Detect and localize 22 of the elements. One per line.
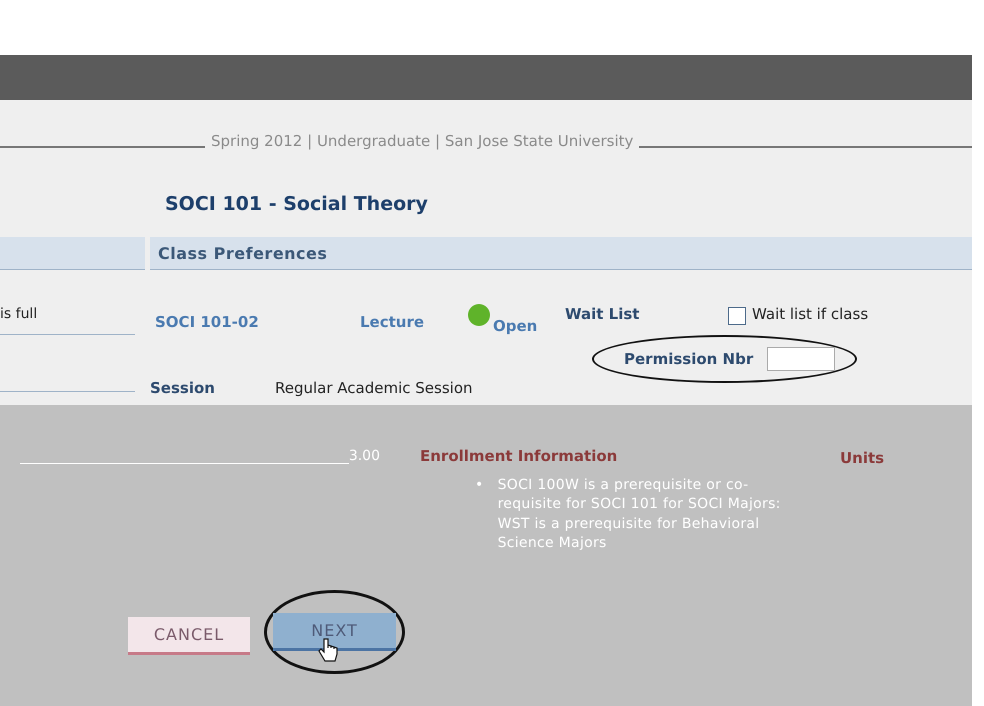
hand-cursor-icon xyxy=(317,636,339,663)
session-value: Regular Academic Session xyxy=(275,378,473,399)
wait-list-label: Wait List xyxy=(565,304,640,324)
status-text: is full xyxy=(0,306,38,322)
class-title: SOCI 101 - Social Theory xyxy=(165,193,428,215)
component-text: Lecture xyxy=(360,312,426,332)
session-label: Session xyxy=(150,378,216,399)
units-value: 3.00 xyxy=(348,447,380,466)
section-title: Enrollment Information xyxy=(420,446,618,467)
status-text: Open xyxy=(493,316,538,336)
units-label: Units xyxy=(840,449,884,467)
bullet-icon: • xyxy=(475,476,484,554)
info-text: SOCI 100W is a prerequisite or co-requisite for SOCI 101 for SOCI Majors: WST is a prerequisite for Behavioral Science Majors xyxy=(498,476,782,554)
section-header: Class Preferences xyxy=(150,237,972,270)
next-button[interactable]: NEXT xyxy=(273,612,396,651)
permission-label: Permission Nbr xyxy=(624,348,754,370)
class-section: SOCI 101-02 xyxy=(155,310,360,333)
term-info: Spring 2012 | Undergraduate | San Jose State University xyxy=(210,130,634,152)
cancel-button[interactable]: CANCEL xyxy=(128,616,250,655)
permission-field[interactable] xyxy=(767,347,836,371)
checkbox-label: Wait list if class xyxy=(752,304,868,324)
checkbox[interactable] xyxy=(728,307,746,325)
